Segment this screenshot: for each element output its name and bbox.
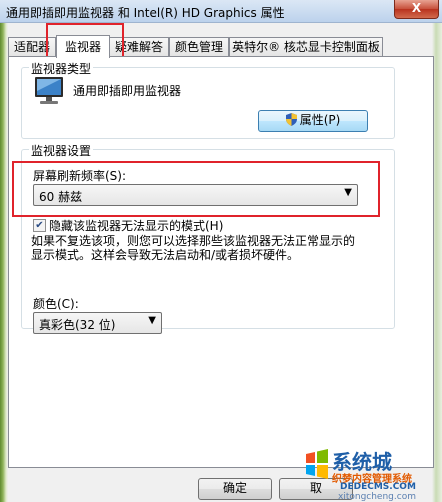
watermark: 系统城 织梦内容管理系统 DEDECMS.COM xitongcheng.com xyxy=(304,444,438,502)
hide-modes-checkbox[interactable]: ✔ xyxy=(33,219,46,232)
description-line-2: 显示模式。这样会导致无法启动和/或者损坏硬件。 xyxy=(31,248,300,262)
monitor-name: 通用即插即用监视器 xyxy=(73,84,182,98)
shield-icon xyxy=(285,113,297,126)
ok-button[interactable]: 确定 xyxy=(198,478,272,500)
watermark-site-url: DEDECMS.COM xyxy=(340,482,416,492)
tab-intel-control-panel[interactable]: 英特尔® 核芯显卡控制面板 xyxy=(229,37,383,57)
monitor-icon xyxy=(35,77,63,104)
close-icon: X xyxy=(411,1,422,15)
windows-logo-icon xyxy=(306,449,328,479)
colors-value: 真彩色(32 位) xyxy=(39,318,116,332)
colors-select[interactable]: 真彩色(32 位) ▼ xyxy=(33,312,162,334)
tab-color-management[interactable]: 颜色管理 xyxy=(169,37,229,57)
check-icon: ✔ xyxy=(35,220,44,231)
title-bar: 通用即插即用监视器 和 Intel(R) HD Graphics 属性 X xyxy=(0,0,442,23)
properties-button-label: 属性(P) xyxy=(299,113,341,127)
window-title: 通用即插即用监视器 和 Intel(R) HD Graphics 属性 xyxy=(6,6,285,20)
chevron-down-icon: ▼ xyxy=(148,315,156,326)
highlight-refresh-rate xyxy=(12,161,380,217)
properties-button[interactable]: 属性(P) xyxy=(258,110,368,132)
tab-monitor[interactable]: 监视器 xyxy=(56,35,110,58)
tab-strip: 适配器 监视器 疑难解答 颜色管理 英特尔® 核芯显卡控制面板 xyxy=(8,35,428,58)
tab-panel: 监视器类型 通用即插即用监视器 属性(P) 监视器设置 屏幕刷新频率(S): 6… xyxy=(8,56,434,468)
monitor-settings-legend: 监视器设置 xyxy=(29,142,94,159)
close-button[interactable]: X xyxy=(394,0,439,19)
colors-label: 颜色(C): xyxy=(33,297,79,311)
watermark-bottom-url: xitongcheng.com xyxy=(338,492,416,502)
